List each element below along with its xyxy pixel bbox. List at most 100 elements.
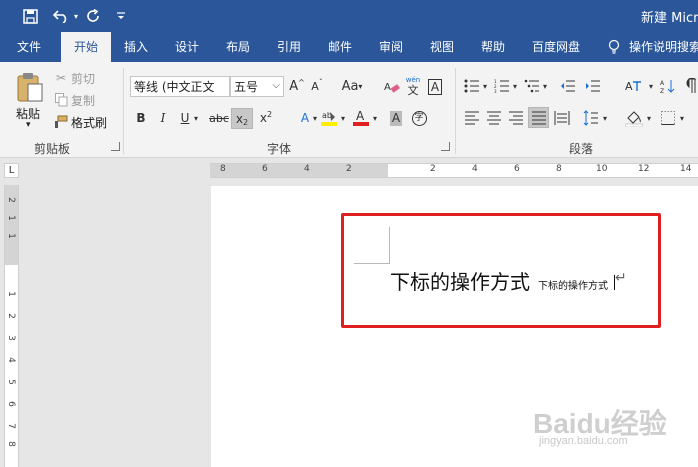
tab-insert[interactable]: 插入 [114, 32, 158, 62]
phonetic-guide-icon[interactable]: wén 文 [404, 76, 422, 97]
copy-icon [53, 92, 69, 108]
clipboard-group-label: 剪贴板 [34, 142, 71, 156]
ruler-tick-label: 3 [5, 335, 16, 341]
paste-dropdown-icon[interactable]: ▾ [26, 120, 31, 130]
numbering-icon[interactable]: 123 [494, 76, 510, 96]
font-name-value: 等线 (中文正文 [134, 80, 215, 94]
font-color-dropdown-icon[interactable]: ▾ [371, 108, 379, 128]
tab-layout[interactable]: 布局 [216, 32, 260, 62]
distributed-align-icon[interactable] [553, 108, 571, 128]
tab-selector[interactable]: L [4, 163, 19, 178]
font-size-value: 五号 [234, 80, 259, 94]
ruler-tick-label: 2 [430, 164, 436, 174]
highlight-icon[interactable]: ab [320, 108, 338, 128]
clipboard-launcher-icon[interactable] [111, 142, 120, 151]
superscript-icon[interactable]: x2 [256, 108, 276, 128]
multilevel-dropdown-icon[interactable]: ▾ [541, 76, 549, 96]
baidu-jingyan-watermark: Baidu经验 jingyan.baidu.com [533, 402, 667, 452]
format-painter-button[interactable]: 格式刷 [71, 114, 107, 130]
group-divider [455, 68, 456, 154]
horizontal-ruler[interactable]: 8 6 4 2 2 4 6 8 10 12 14 [210, 163, 698, 178]
chinese-layout-dropdown-icon[interactable]: ▾ [647, 76, 655, 96]
shading-icon[interactable] [624, 108, 644, 128]
svg-text:A: A [384, 82, 391, 93]
ribbon-tabs: 文件 开始 插入 设计 布局 引用 邮件 审阅 视图 帮助 百度网盘 操作说明搜… [0, 32, 698, 62]
underline-icon[interactable]: U [178, 108, 192, 128]
chinese-layout-icon[interactable]: A [624, 76, 646, 96]
tab-help[interactable]: 帮助 [471, 32, 515, 62]
scissors-icon: ✂ [55, 71, 67, 85]
ruler-tick-label: 2 [5, 197, 16, 203]
line-spacing-dropdown-icon[interactable]: ▾ [601, 108, 609, 128]
font-name-combo[interactable]: 等线 (中文正文 [130, 76, 230, 97]
tab-view[interactable]: 视图 [420, 32, 464, 62]
grow-font-icon[interactable]: A ^ [289, 76, 305, 97]
change-case-icon[interactable]: Aa ▾ [338, 76, 366, 97]
tab-file[interactable]: 文件 [6, 32, 52, 62]
undo-dropdown-icon[interactable]: ▾ [72, 6, 80, 26]
copy-button[interactable]: 复制 [71, 92, 95, 108]
line-spacing-icon[interactable] [582, 108, 600, 128]
justify-icon[interactable] [528, 107, 549, 128]
save-icon[interactable] [20, 6, 40, 26]
subscript-icon[interactable]: x2 [231, 108, 253, 129]
tab-references[interactable]: 引用 [267, 32, 311, 62]
italic-icon[interactable]: I [156, 108, 170, 128]
svg-text:A: A [660, 80, 665, 87]
underline-dropdown-icon[interactable]: ▾ [192, 108, 200, 128]
character-shading-icon[interactable]: A [388, 108, 404, 128]
strikethrough-icon[interactable]: abc [209, 108, 229, 128]
font-color-icon[interactable]: A [352, 108, 370, 128]
tell-me-search[interactable]: 操作说明搜索 [629, 32, 698, 62]
enclose-characters-icon[interactable]: 字 [410, 108, 428, 128]
paste-icon[interactable] [14, 70, 46, 104]
shading-dropdown-icon[interactable]: ▾ [645, 108, 653, 128]
multilevel-list-icon[interactable] [524, 76, 540, 96]
sort-icon[interactable]: AZ [660, 76, 676, 96]
decrease-indent-icon[interactable] [560, 76, 576, 96]
svg-text:3: 3 [494, 89, 497, 93]
ruler-tick-label: 6 [262, 164, 268, 174]
font-launcher-icon[interactable] [441, 142, 450, 151]
undo-icon[interactable] [50, 6, 72, 26]
align-center-icon[interactable] [486, 108, 502, 128]
horizontal-ruler-margin [210, 164, 388, 177]
ruler-tick-label: 6 [514, 164, 520, 174]
tab-review[interactable]: 审阅 [369, 32, 413, 62]
ruler-tick-label: 7 [5, 423, 16, 429]
cut-button[interactable]: 剪切 [71, 70, 95, 86]
align-left-icon[interactable] [464, 108, 480, 128]
show-marks-icon[interactable] [682, 76, 698, 96]
ruler-tick-label: 2 [5, 313, 16, 319]
ruler-tick-label: 5 [5, 379, 16, 385]
redo-icon[interactable] [84, 6, 102, 26]
text-effects-dropdown-icon[interactable]: ▾ [311, 108, 319, 128]
window-title: 新建 Micro [641, 11, 698, 26]
increase-indent-icon[interactable] [585, 76, 601, 96]
character-border-icon[interactable]: A [426, 76, 444, 97]
bullets-icon[interactable] [464, 76, 480, 96]
shrink-font-icon[interactable]: Aˇ [309, 76, 325, 97]
highlight-dropdown-icon[interactable]: ▾ [339, 108, 347, 128]
ruler-tick-label: 6 [5, 401, 16, 407]
tab-mailings[interactable]: 邮件 [318, 32, 362, 62]
ruler-tick-label: 4 [5, 357, 16, 363]
clear-formatting-icon[interactable]: A [383, 76, 401, 97]
lightbulb-icon [604, 32, 624, 62]
tab-baidu-netdisk[interactable]: 百度网盘 [522, 32, 590, 62]
vertical-ruler[interactable]: 2 1 1 1 2 3 4 5 6 7 8 [4, 185, 19, 467]
bold-icon[interactable]: B [134, 108, 148, 128]
ruler-tick-label: 4 [304, 164, 310, 174]
font-group-label: 字体 [267, 142, 292, 156]
bullets-dropdown-icon[interactable]: ▾ [481, 76, 489, 96]
font-size-combo[interactable]: 五号 ⌵ [230, 76, 284, 97]
align-right-icon[interactable] [508, 108, 524, 128]
borders-dropdown-icon[interactable]: ▾ [678, 108, 686, 128]
ruler-tick-label: 8 [556, 164, 562, 174]
customize-qat-icon[interactable] [114, 6, 128, 26]
borders-icon[interactable] [659, 108, 677, 128]
tab-home[interactable]: 开始 [61, 32, 111, 62]
numbering-dropdown-icon[interactable]: ▾ [511, 76, 519, 96]
ruler-tick-label: 14 [680, 164, 692, 174]
tab-design[interactable]: 设计 [165, 32, 209, 62]
